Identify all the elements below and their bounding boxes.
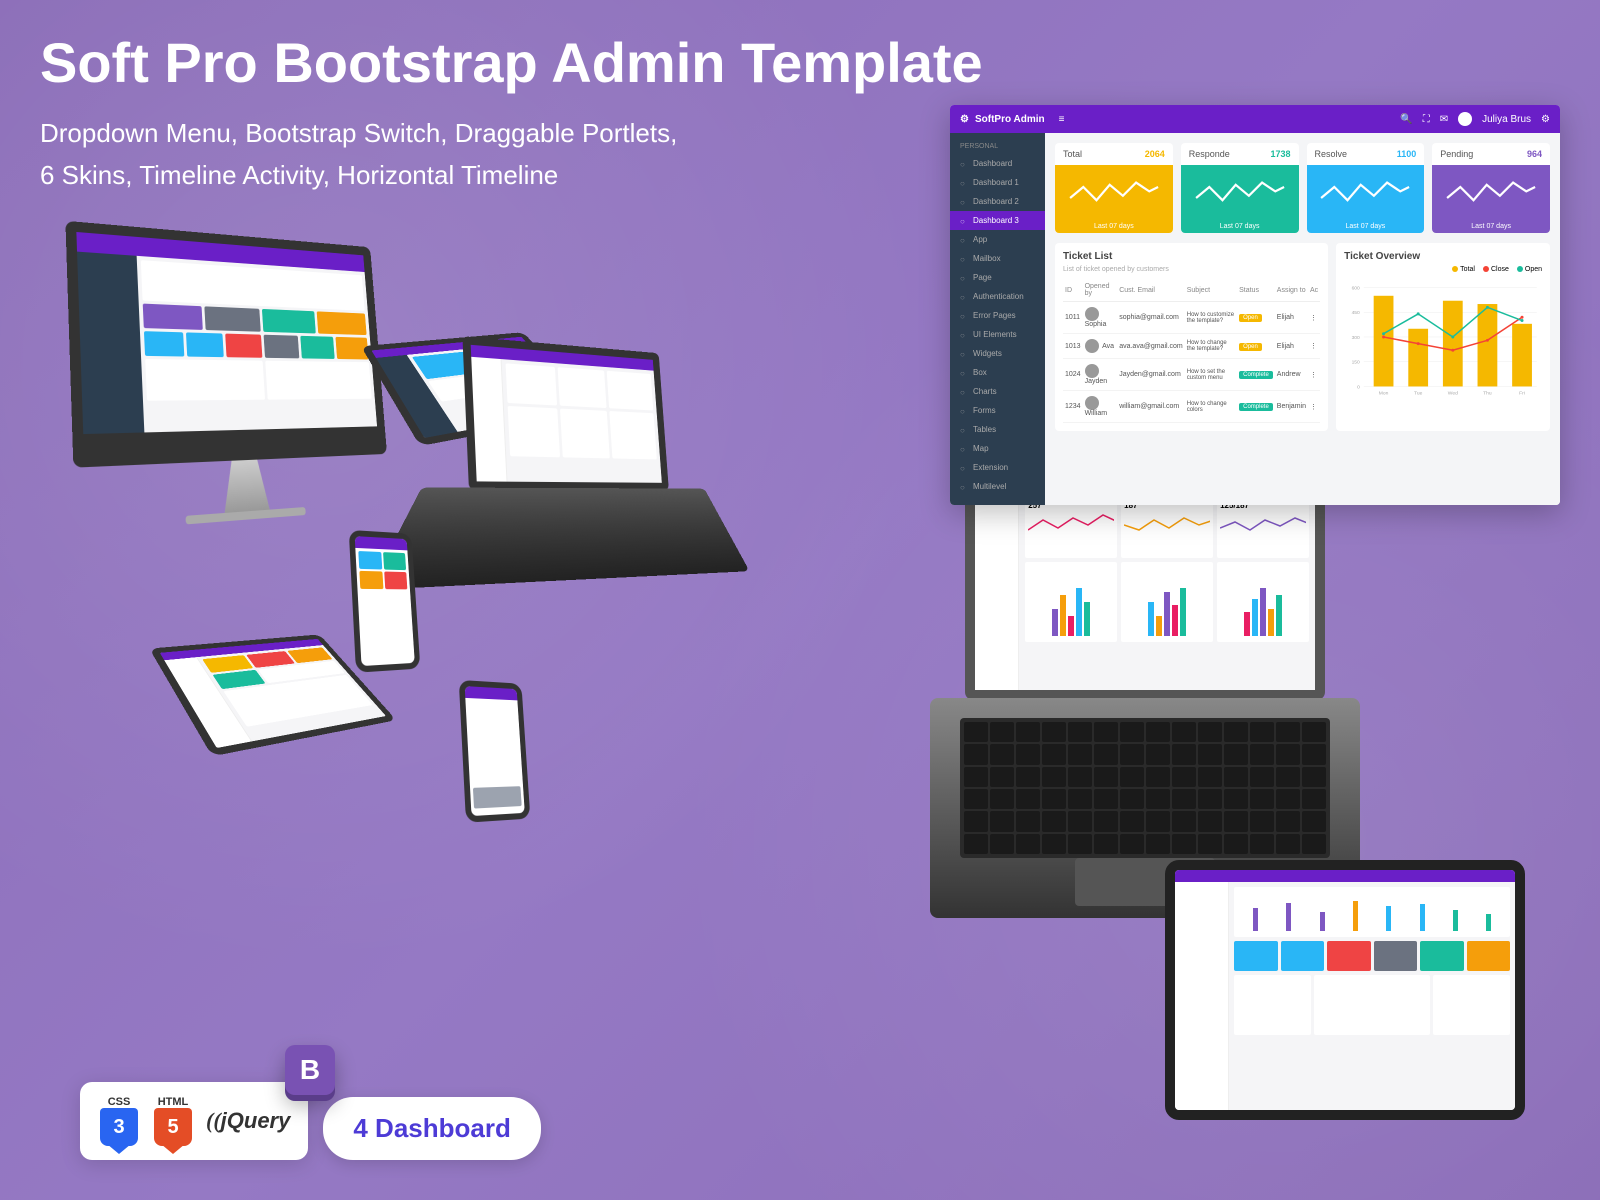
ticket-list-title: Ticket List — [1063, 251, 1320, 262]
sidebar-item-15[interactable]: ○Map — [950, 439, 1045, 458]
ticket-list-subtitle: List of ticket opened by customers — [1063, 266, 1320, 273]
imac-mockup — [65, 221, 393, 559]
brand-name: SoftPro Admin — [975, 114, 1045, 125]
hero-title: Soft Pro Bootstrap Admin Template — [40, 30, 983, 95]
svg-text:Thu: Thu — [1483, 390, 1492, 396]
search-icon[interactable]: 🔍 — [1400, 114, 1412, 125]
sidebar-item-4[interactable]: ○App — [950, 230, 1045, 249]
table-row[interactable]: 1024 JaydenJayden@gmail.comHow to set th… — [1063, 359, 1320, 391]
user-name[interactable]: Juliya Brus — [1482, 114, 1531, 125]
dashboard-count-pill: 4 Dashboard — [323, 1097, 541, 1160]
ipad-mockup — [1165, 860, 1525, 1120]
svg-text:0: 0 — [1357, 384, 1360, 390]
dashboard-main: Total2064Last 07 daysResponde1738Last 07… — [1045, 133, 1560, 505]
stat-card-responde: Responde1738Last 07 days — [1181, 143, 1299, 233]
macbook-mockup: 257 187 125/187 — [930, 470, 1360, 918]
html5-logo: HTML 5 — [152, 1096, 194, 1146]
topbar-actions: 🔍 ⛶ ✉ Juliya Brus ⚙ — [1400, 112, 1550, 126]
bootstrap-letter: B — [285, 1045, 335, 1095]
sidebar-item-3[interactable]: ○Dashboard 3 — [950, 211, 1045, 230]
stat-card-pending: Pending964Last 07 days — [1432, 143, 1550, 233]
phone-mockup-1 — [349, 530, 421, 673]
sidebar-item-6[interactable]: ○Page — [950, 268, 1045, 287]
tech-logos-card: CSS 3 HTML 5 ((jQuery — [80, 1082, 308, 1160]
svg-text:600: 600 — [1352, 286, 1360, 292]
svg-text:150: 150 — [1352, 360, 1360, 366]
sidebar-item-17[interactable]: ○Multilevel — [950, 477, 1045, 496]
svg-text:Mon: Mon — [1379, 390, 1389, 396]
dashboard-screenshot: ⚙ SoftPro Admin ≡ 🔍 ⛶ ✉ Juliya Brus ⚙ PE… — [950, 105, 1560, 505]
svg-text:Tue: Tue — [1414, 390, 1423, 396]
fullscreen-icon[interactable]: ⛶ — [1423, 114, 1430, 125]
hero-subtitle-2: 6 Skins, Timeline Activity, Horizontal T… — [40, 155, 983, 197]
sidebar-item-11[interactable]: ○Box — [950, 363, 1045, 382]
svg-text:300: 300 — [1352, 335, 1360, 341]
stat-card-resolve: Resolve1100Last 07 days — [1307, 143, 1425, 233]
svg-text:450: 450 — [1352, 310, 1360, 316]
dashboard-topbar: ⚙ SoftPro Admin ≡ 🔍 ⛶ ✉ Juliya Brus ⚙ — [950, 105, 1560, 133]
avatar-icon[interactable] — [1458, 112, 1472, 126]
sidebar-item-13[interactable]: ○Forms — [950, 401, 1045, 420]
phone-mockup-2 — [459, 680, 531, 823]
chart-legend: TotalCloseOpen — [1344, 266, 1542, 273]
table-row[interactable]: 1011 Sophiasophia@gmail.comHow to custom… — [1063, 302, 1320, 334]
sidebar-item-8[interactable]: ○Error Pages — [950, 306, 1045, 325]
ticket-overview-chart: 0 150 300 450 600 Mon Tue Wed Thu Fri — [1344, 277, 1542, 397]
gear-icon[interactable]: ⚙ — [1541, 114, 1550, 125]
hero-header: Soft Pro Bootstrap Admin Template Dropdo… — [40, 30, 983, 196]
table-row[interactable]: 1013 Avaava.ava@gmail.comHow to change t… — [1063, 334, 1320, 359]
css3-logo: CSS 3 — [98, 1096, 140, 1146]
hero-subtitle-1: Dropdown Menu, Bootstrap Switch, Draggab… — [40, 113, 983, 155]
sidebar-item-7[interactable]: ○Authentication — [950, 287, 1045, 306]
sidebar-item-10[interactable]: ○Widgets — [950, 344, 1045, 363]
sidebar-item-9[interactable]: ○UI Elements — [950, 325, 1045, 344]
laptop-mockup-1 — [416, 332, 716, 667]
stats-row: Total2064Last 07 daysResponde1738Last 07… — [1055, 143, 1550, 233]
mail-icon[interactable]: ✉ — [1440, 114, 1448, 125]
jquery-logo: ((jQuery — [206, 1108, 290, 1134]
svg-text:Wed: Wed — [1448, 390, 1458, 396]
bootstrap-logo: B — [280, 1045, 340, 1105]
sidebar-item-12[interactable]: ○Charts — [950, 382, 1045, 401]
ticket-table: IDOpened byCust. EmailSubjectStatusAssig… — [1063, 279, 1320, 423]
sidebar-item-5[interactable]: ○Mailbox — [950, 249, 1045, 268]
ticket-overview-title: Ticket Overview — [1344, 251, 1542, 262]
stat-card-total: Total2064Last 07 days — [1055, 143, 1173, 233]
sidebar-item-16[interactable]: ○Extension — [950, 458, 1045, 477]
ticket-list-panel: Ticket List List of ticket opened by cus… — [1055, 243, 1328, 431]
menu-icon[interactable]: ≡ — [1059, 114, 1065, 125]
sidebar-item-14[interactable]: ○Tables — [950, 420, 1045, 439]
table-row[interactable]: 1234 Williamwilliam@gmail.comHow to chan… — [1063, 391, 1320, 423]
svg-text:Fri: Fri — [1519, 390, 1525, 396]
ticket-overview-panel: Ticket Overview TotalCloseOpen 0 150 300 45… — [1336, 243, 1550, 431]
